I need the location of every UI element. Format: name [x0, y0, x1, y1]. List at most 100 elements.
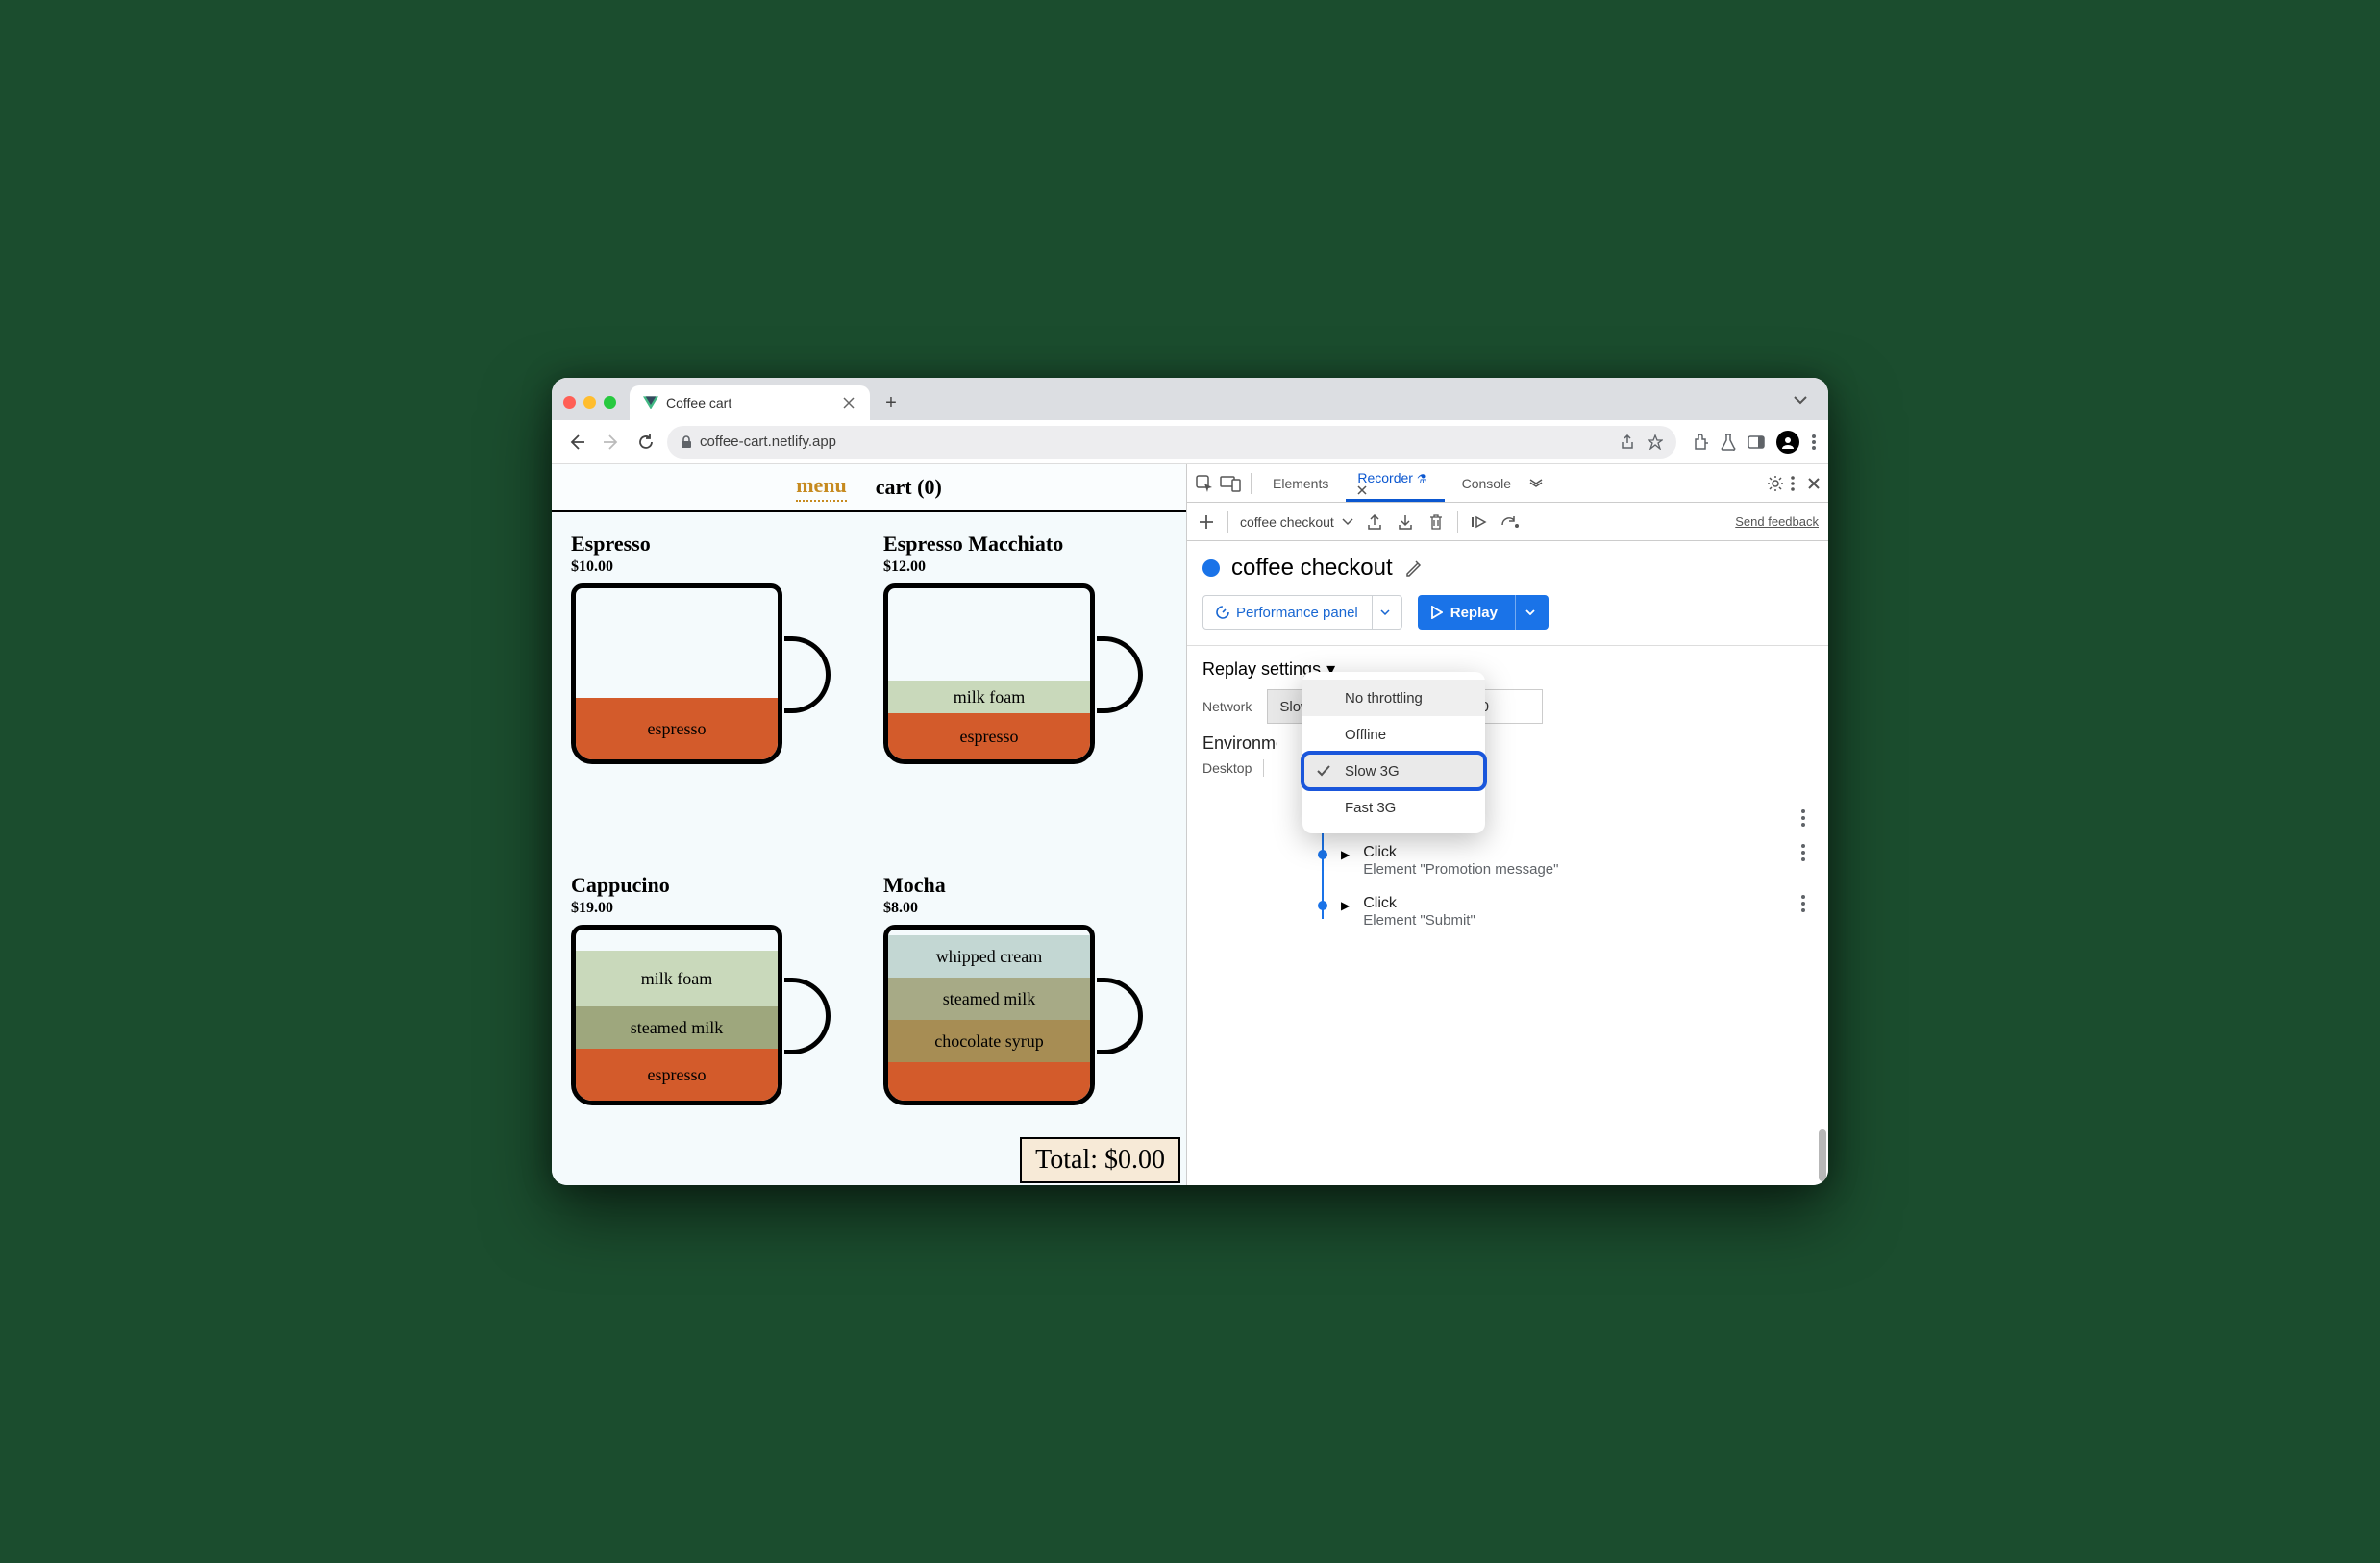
- step-item[interactable]: ▶ Click Element "Submit": [1318, 895, 1813, 929]
- total-box[interactable]: Total: $0.00: [1020, 1137, 1180, 1183]
- dropdown-option-no-throttling[interactable]: No throttling: [1302, 680, 1485, 716]
- nav-menu[interactable]: menu: [796, 473, 847, 502]
- titlebar: Coffee cart +: [552, 378, 1828, 420]
- layer-espresso: espresso: [576, 1049, 778, 1101]
- tab-recorder[interactable]: Recorder ⚗: [1346, 464, 1444, 502]
- performance-panel-button[interactable]: Performance panel: [1202, 595, 1402, 630]
- steps-list: ▶ Click Element "Promotion message" ▶ Cl…: [1202, 815, 1813, 929]
- mug-illustration: milk foam espresso: [883, 583, 1143, 766]
- window-controls: [563, 396, 630, 420]
- browser-tab[interactable]: Coffee cart: [630, 385, 870, 420]
- share-icon[interactable]: [1621, 434, 1634, 450]
- dropdown-option-fast-3g[interactable]: Fast 3G: [1302, 789, 1485, 826]
- export-icon[interactable]: [1365, 512, 1384, 532]
- url-text: coffee-cart.netlify.app: [700, 434, 836, 450]
- app-nav: menu cart (0): [552, 464, 1186, 512]
- profile-avatar[interactable]: [1776, 431, 1799, 454]
- settings-icon[interactable]: [1767, 475, 1784, 492]
- import-icon[interactable]: [1396, 512, 1415, 532]
- product-name: Mocha: [883, 873, 1167, 898]
- delete-icon[interactable]: [1426, 512, 1446, 532]
- layer-espresso: espresso: [888, 713, 1090, 759]
- tab-elements[interactable]: Elements: [1261, 470, 1340, 497]
- network-row: Network Slow 3G ▴ Timeout: [1202, 689, 1813, 724]
- feedback-link[interactable]: Send feedback: [1735, 514, 1819, 529]
- forward-button[interactable]: [598, 429, 625, 456]
- dropdown-option-offline[interactable]: Offline: [1302, 716, 1485, 753]
- bookmark-icon[interactable]: [1648, 434, 1663, 450]
- product-price: $8.00: [883, 900, 1167, 917]
- layer-steamed-milk: steamed milk: [576, 1006, 778, 1049]
- tab-title: Coffee cart: [666, 395, 731, 410]
- mug-illustration: whipped cream steamed milk chocolate syr…: [883, 925, 1143, 1107]
- browser-window: Coffee cart + coffee-cart.netlify.app: [552, 378, 1828, 1185]
- product-grid: Espresso $10.00 espresso Espresso Macchi…: [552, 512, 1186, 1185]
- recorder-body: coffee checkout Performance panel: [1187, 541, 1828, 1185]
- vue-logo-icon: [643, 395, 658, 410]
- close-devtools-icon[interactable]: [1807, 477, 1821, 490]
- extensions-icon[interactable]: [1692, 434, 1709, 451]
- scrollbar[interactable]: [1819, 1129, 1826, 1181]
- step-menu-icon[interactable]: [1794, 844, 1813, 861]
- play-slow-icon[interactable]: [1470, 512, 1489, 532]
- labs-icon[interactable]: [1721, 434, 1736, 451]
- close-panel-icon[interactable]: [1357, 485, 1432, 495]
- devtools-tabs: Elements Recorder ⚗ Console: [1187, 464, 1828, 503]
- layer-whipped-cream: whipped cream: [888, 935, 1090, 978]
- product-name: Espresso Macchiato: [883, 532, 1167, 557]
- device-icon[interactable]: [1220, 475, 1241, 492]
- product-price: $19.00: [571, 900, 855, 917]
- step-menu-icon[interactable]: [1794, 895, 1813, 912]
- product-espresso[interactable]: Espresso $10.00 espresso: [571, 532, 855, 844]
- lock-icon: [681, 435, 692, 449]
- recording-selector[interactable]: coffee checkout: [1240, 514, 1353, 530]
- content-split: menu cart (0) Espresso $10.00 espresso E…: [552, 464, 1828, 1185]
- tab-console[interactable]: Console: [1450, 470, 1523, 497]
- step-node-icon: [1318, 850, 1327, 859]
- menu-icon[interactable]: [1811, 434, 1817, 451]
- add-recording-icon[interactable]: [1197, 512, 1216, 532]
- minimize-window[interactable]: [583, 396, 596, 409]
- close-window[interactable]: [563, 396, 576, 409]
- back-button[interactable]: [563, 429, 590, 456]
- action-row: Performance panel Replay: [1202, 595, 1813, 630]
- product-macchiato[interactable]: Espresso Macchiato $12.00 milk foam espr…: [883, 532, 1167, 844]
- kebab-icon[interactable]: [1790, 475, 1796, 492]
- tabs-overflow-icon[interactable]: [1790, 389, 1811, 410]
- product-price: $10.00: [571, 558, 855, 576]
- replay-button[interactable]: Replay: [1418, 595, 1549, 630]
- step-menu-icon[interactable]: [1794, 809, 1813, 827]
- coffee-app: menu cart (0) Espresso $10.00 espresso E…: [552, 464, 1186, 1185]
- step-icon[interactable]: [1500, 512, 1520, 532]
- new-tab-button[interactable]: +: [878, 389, 905, 416]
- mug-illustration: espresso: [571, 583, 831, 766]
- play-icon: [1431, 606, 1443, 619]
- tabs-overflow-icon[interactable]: [1528, 479, 1544, 488]
- inspect-icon[interactable]: [1195, 474, 1214, 493]
- product-cappucino[interactable]: Cappucino $19.00 milk foam steamed milk …: [571, 873, 855, 1185]
- flask-icon: ⚗: [1417, 472, 1427, 485]
- layer-steamed-milk: steamed milk: [888, 978, 1090, 1020]
- chevron-down-icon[interactable]: [1515, 595, 1535, 630]
- caret-right-icon: ▶: [1341, 848, 1350, 878]
- reload-button[interactable]: [632, 429, 659, 456]
- environment-row: Environment: [1202, 733, 1813, 754]
- browser-toolbar: coffee-cart.netlify.app: [552, 420, 1828, 464]
- address-bar[interactable]: coffee-cart.netlify.app: [667, 426, 1676, 459]
- toolbar-right: [1684, 431, 1817, 454]
- maximize-window[interactable]: [604, 396, 616, 409]
- replay-settings-header[interactable]: Replay settings ▾: [1202, 659, 1813, 680]
- panel-icon[interactable]: [1748, 435, 1765, 449]
- close-tab-icon[interactable]: [841, 395, 856, 410]
- product-name: Cappucino: [571, 873, 855, 898]
- caret-right-icon: ▶: [1341, 899, 1350, 929]
- dropdown-option-slow-3g[interactable]: Slow 3G: [1302, 753, 1485, 789]
- recording-title-row: coffee checkout: [1202, 555, 1813, 582]
- network-dropdown-menu: No throttling Offline Slow 3G Fast 3G: [1302, 672, 1485, 833]
- layer-milk-foam: milk foam: [888, 681, 1090, 713]
- device-label: Desktop: [1202, 760, 1252, 776]
- edit-icon[interactable]: [1404, 559, 1422, 577]
- chevron-down-icon[interactable]: [1372, 596, 1390, 629]
- nav-cart[interactable]: cart (0): [876, 475, 942, 500]
- step-item[interactable]: ▶ Click Element "Promotion message": [1318, 844, 1813, 878]
